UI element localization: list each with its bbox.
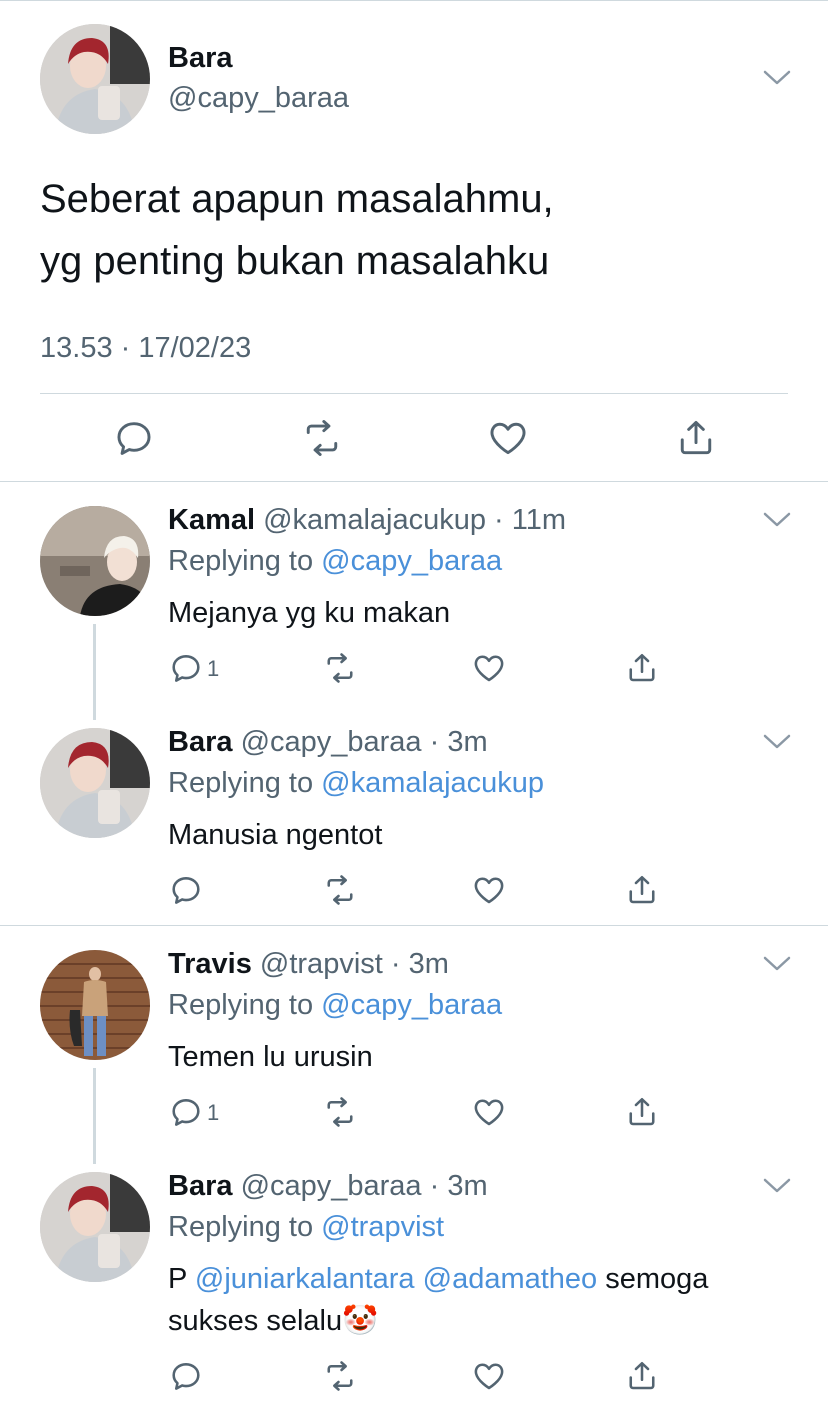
tweet-time[interactable]: 3m: [409, 948, 449, 980]
share-icon[interactable]: [674, 416, 718, 460]
main-tweet: Bara @capy_baraa Seberat apapun masalahm…: [0, 0, 828, 480]
separator-dot: ·: [421, 1170, 448, 1202]
share-icon[interactable]: [624, 1094, 660, 1130]
mention-link[interactable]: @adamatheo: [423, 1263, 598, 1295]
replying-to-label: Replying to: [168, 545, 322, 577]
retweet-icon[interactable]: [322, 650, 358, 686]
mention-link[interactable]: @juniarkalantara: [195, 1263, 415, 1295]
like-heart-icon[interactable]: [486, 416, 530, 460]
retweet-icon[interactable]: [300, 416, 344, 460]
reply-text: Temen lu urusin: [168, 1041, 373, 1073]
reply-text-line1: P @juniarkalantara @adamatheo semoga: [168, 1258, 708, 1300]
separator-dot: ·: [486, 504, 512, 536]
author-name[interactable]: Bara: [168, 726, 233, 758]
clown-emoji-icon: 🤡: [342, 1305, 379, 1337]
avatar-bara[interactable]: [40, 24, 150, 134]
thread-connector: [93, 1068, 96, 1164]
author-handle[interactable]: @kamalajacukup: [263, 504, 486, 536]
separator-dot: ·: [421, 726, 448, 758]
text-line2: sukses selalu: [168, 1305, 343, 1337]
like-heart-icon[interactable]: [471, 1358, 507, 1394]
text-prefix: P: [168, 1263, 195, 1295]
author-handle[interactable]: @capy_baraa: [241, 1170, 422, 1202]
divider: [40, 393, 788, 394]
chevron-down-icon[interactable]: [762, 954, 792, 974]
tweet-text: Seberat apapun masalahmu, yg penting buk…: [40, 177, 554, 283]
section-divider: [0, 925, 828, 926]
author-name[interactable]: Bara: [168, 42, 233, 75]
section-divider: [0, 481, 828, 482]
share-icon[interactable]: [624, 1358, 660, 1394]
replying-to-label: Replying to: [168, 989, 322, 1021]
share-icon[interactable]: [624, 872, 660, 908]
author-handle[interactable]: @trapvist: [260, 948, 383, 980]
avatar-bara[interactable]: [40, 1172, 150, 1282]
reply-text-line2: sukses selalu🤡: [168, 1300, 708, 1342]
reply-text: Manusia ngentot: [168, 819, 383, 851]
avatar-travis[interactable]: [40, 950, 150, 1060]
replying-to-label: Replying to: [168, 1211, 322, 1243]
chevron-down-icon[interactable]: [762, 1176, 792, 1196]
retweet-icon[interactable]: [322, 1358, 358, 1394]
reply-icon[interactable]: [168, 872, 204, 908]
reply-icon[interactable]: [168, 650, 204, 686]
reply-icon[interactable]: [168, 1094, 204, 1130]
author-name[interactable]: Travis: [168, 948, 252, 980]
reply-text: Mejanya yg ku makan: [168, 597, 451, 629]
author-handle[interactable]: @capy_baraa: [168, 82, 349, 115]
separator-dot: ·: [382, 948, 409, 980]
reply-icon[interactable]: [112, 416, 156, 460]
author-name[interactable]: Kamal: [168, 504, 255, 536]
reply-text: P @juniarkalantara @adamatheo semoga suk…: [168, 1258, 708, 1342]
tweet-time[interactable]: 3m: [447, 1170, 487, 1202]
reply-count: 1: [207, 1100, 220, 1125]
avatar-kamal[interactable]: [40, 506, 150, 616]
like-heart-icon[interactable]: [471, 1094, 507, 1130]
like-heart-icon[interactable]: [471, 650, 507, 686]
share-icon[interactable]: [624, 650, 660, 686]
chevron-down-icon[interactable]: [762, 732, 792, 752]
like-heart-icon[interactable]: [471, 872, 507, 908]
text-after: semoga: [597, 1263, 709, 1295]
replying-to-mention[interactable]: @trapvist: [321, 1211, 444, 1243]
tweet-timestamp[interactable]: 13.53 · 17/02/23: [40, 332, 251, 365]
reply-icon[interactable]: [168, 1358, 204, 1394]
reply-count: 1: [207, 656, 220, 681]
replying-to-mention[interactable]: @capy_baraa: [321, 989, 502, 1021]
replying-to-mention[interactable]: @kamalajacukup: [321, 767, 544, 799]
retweet-icon[interactable]: [322, 1094, 358, 1130]
replying-to-label: Replying to: [168, 767, 322, 799]
retweet-icon[interactable]: [322, 872, 358, 908]
tweet-time[interactable]: 11m: [512, 504, 566, 536]
tweet-time[interactable]: 3m: [447, 726, 487, 758]
chevron-down-icon[interactable]: [762, 68, 792, 88]
author-handle[interactable]: @capy_baraa: [241, 726, 422, 758]
thread-connector: [93, 624, 96, 720]
replying-to-mention[interactable]: @capy_baraa: [321, 545, 502, 577]
author-name[interactable]: Bara: [168, 1170, 233, 1202]
chevron-down-icon[interactable]: [762, 510, 792, 530]
avatar-bara[interactable]: [40, 728, 150, 838]
